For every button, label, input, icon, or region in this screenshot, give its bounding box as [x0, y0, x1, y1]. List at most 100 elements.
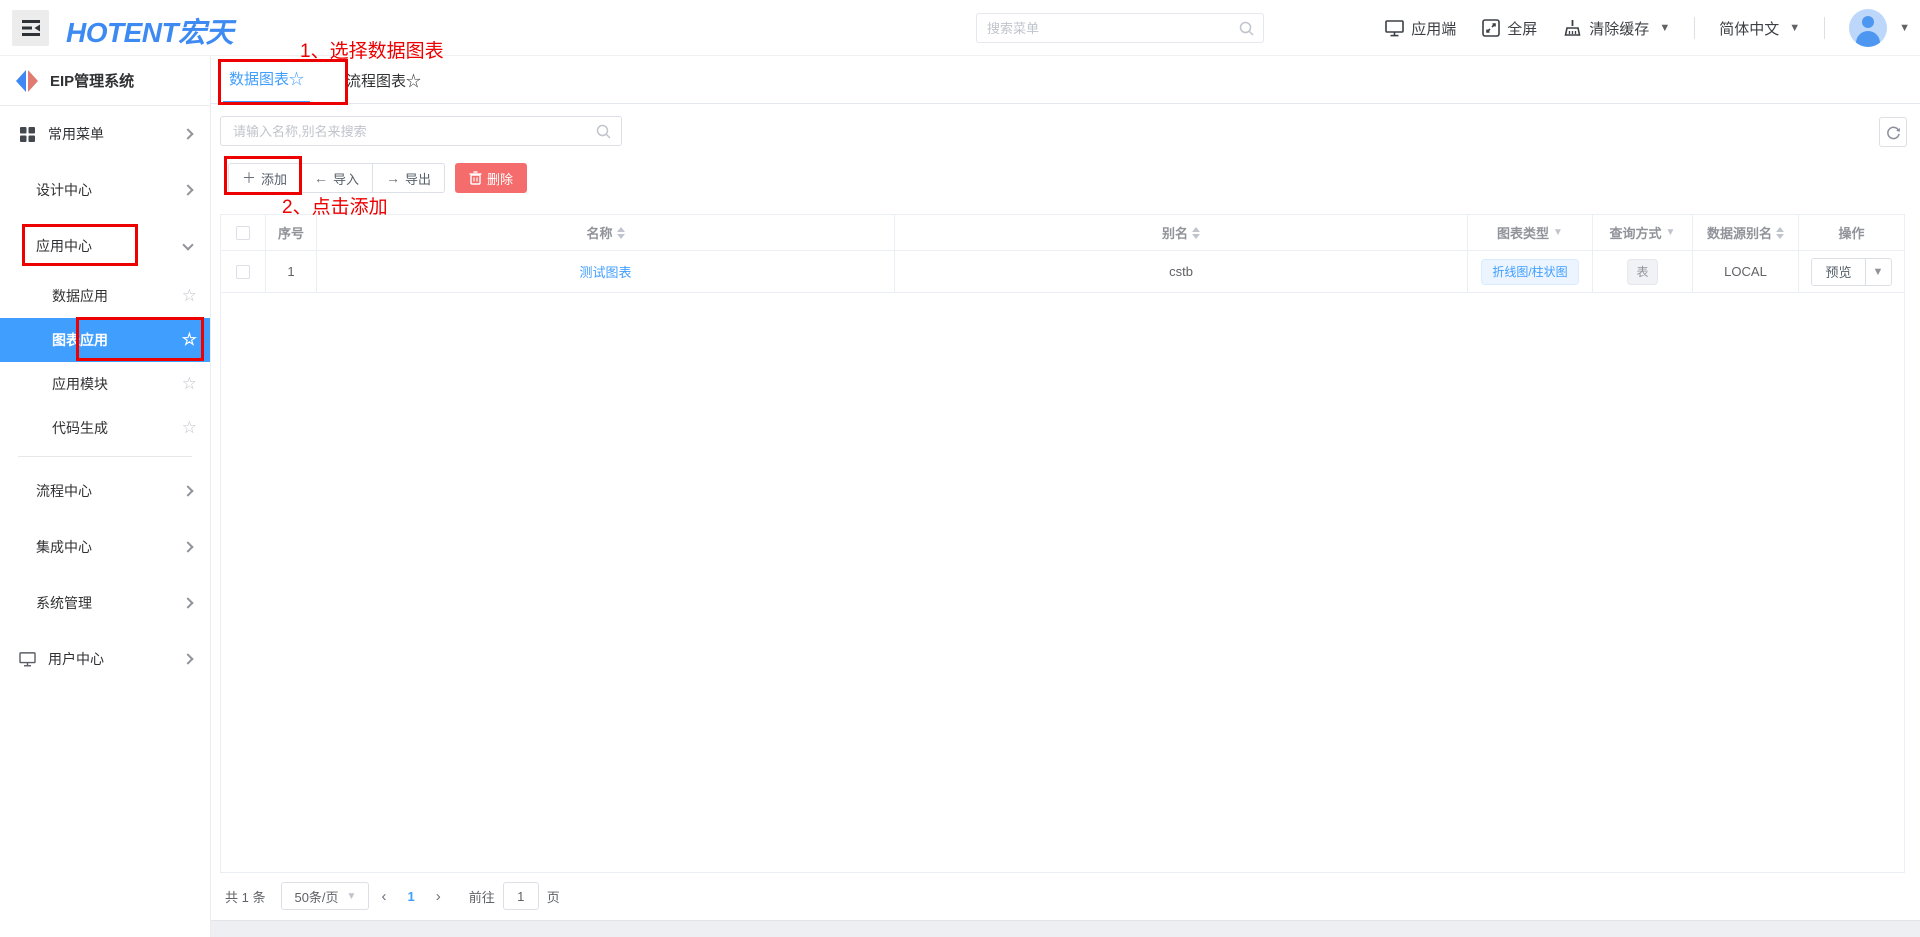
chevron-right-icon [182, 541, 194, 553]
sidebar-item-label: 代码生成 [52, 420, 108, 436]
sidebar-item-label: 常用菜单 [48, 126, 104, 142]
column-header-seq: 序号 [266, 215, 317, 251]
fullscreen-button[interactable]: 全屏 [1482, 18, 1537, 39]
monitor-icon [18, 651, 36, 667]
sidebar-collapse-button[interactable] [12, 10, 49, 46]
sidebar-item-label: 数据应用 [52, 288, 108, 304]
row-actions-cell: 预览 ▼ [1799, 251, 1904, 293]
content: 数据图表☆ 流程图表☆ ＋ 添加 ← 导入 [211, 56, 1920, 937]
preview-dropdown-caret-icon[interactable]: ▼ [1864, 258, 1891, 285]
row-query-mode-cell: 表 [1593, 251, 1693, 293]
sidebar-item-app-module[interactable]: 应用模块 ☆ [0, 362, 210, 406]
filter-caret-icon[interactable]: ▼ [1666, 227, 1676, 238]
avatar[interactable] [1849, 9, 1888, 47]
chevron-down-icon: ▼ [1659, 22, 1671, 34]
user-menu-caret-icon[interactable]: ▼ [1899, 22, 1910, 34]
sidebar-item-label: 设计中心 [36, 182, 92, 198]
plus-icon: ＋ [242, 170, 256, 186]
list-search-input[interactable] [221, 123, 596, 139]
sidebar-item-label: 流程中心 [36, 483, 92, 499]
arrow-left-icon: ← [314, 170, 329, 186]
chart-name-link[interactable]: 测试图表 [579, 262, 631, 281]
delete-button[interactable]: 删除 [455, 163, 528, 193]
row-seq-cell: 1 [266, 251, 317, 293]
pagination: 共 1 条 50条/页 ▼ ‹ 1 › 前往 页 [225, 882, 560, 910]
sidebar-item-chart-app[interactable]: 图表应用 ☆ [0, 318, 210, 362]
sidebar-item-common-menu[interactable]: 常用菜单 [0, 106, 210, 162]
broom-icon [1564, 20, 1581, 36]
search-icon [1239, 21, 1254, 36]
column-header-query-mode[interactable]: 查询方式 ▼ [1593, 215, 1693, 251]
import-button[interactable]: ← 导入 [301, 163, 374, 193]
add-button[interactable]: ＋ 添加 [228, 163, 302, 193]
star-icon[interactable]: ☆ [182, 374, 197, 394]
chevron-right-icon [182, 653, 194, 665]
chevron-down-icon: ▼ [346, 890, 357, 902]
table-header-row: 序号 名称 别名 图表类型 ▼ 查询方式 ▼ 数据源别名 操作 [221, 215, 1904, 251]
eip-logo-icon [16, 69, 38, 92]
select-all-cell [221, 215, 266, 251]
select-all-checkbox[interactable] [236, 225, 250, 240]
list-search [220, 116, 622, 146]
row-checkbox[interactable] [236, 264, 250, 279]
sidebar-item-user-center[interactable]: 用户中心 [0, 631, 210, 687]
table-row: 1 测试图表 cstb 折线图/柱状图 表 LOCAL 预览 ▼ [221, 251, 1904, 293]
app-client-button[interactable]: 应用端 [1385, 18, 1456, 39]
star-icon[interactable]: ☆ [182, 286, 197, 306]
filter-caret-icon[interactable]: ▼ [1553, 227, 1563, 238]
trash-icon [469, 171, 482, 185]
sidebar-brand: EIP管理系统 [0, 56, 210, 106]
row-chart-type-cell: 折线图/柱状图 [1468, 251, 1593, 293]
chevron-right-icon [182, 128, 194, 140]
menu-search-input[interactable] [977, 20, 1239, 36]
sidebar-item-code-gen[interactable]: 代码生成 ☆ [0, 406, 210, 450]
pagination-total: 共 1 条 [225, 889, 266, 905]
column-header-name[interactable]: 名称 [317, 215, 895, 251]
sidebar-item-system-admin[interactable]: 系统管理 [0, 575, 210, 631]
chart-type-tag: 折线图/柱状图 [1481, 258, 1579, 285]
header-actions: 应用端 全屏 清除缓存 ▼ 简体中文 ▼ ▼ [1359, 0, 1910, 56]
column-header-chart-type[interactable]: 图表类型 ▼ [1468, 215, 1593, 251]
column-header-alias[interactable]: 别名 [895, 215, 1468, 251]
brand-logo: HOTENT宏天 [66, 17, 234, 48]
sidebar-item-process-center[interactable]: 流程中心 [0, 463, 210, 519]
next-page-button[interactable]: › [424, 888, 453, 905]
sidebar-item-app-center[interactable]: 应用中心 [0, 218, 210, 274]
row-select-cell [221, 251, 266, 293]
tab-data-chart[interactable]: 数据图表☆ [223, 56, 311, 104]
page-size-select[interactable]: 50条/页 ▼ [281, 882, 370, 910]
sidebar-divider [18, 456, 192, 457]
goto-label: 前往 [468, 889, 495, 905]
star-icon[interactable]: ☆ [182, 330, 197, 350]
goto-page-input[interactable] [502, 882, 539, 910]
sidebar-item-integration-center[interactable]: 集成中心 [0, 519, 210, 575]
sidebar-item-label: 系统管理 [36, 595, 92, 611]
sidebar: EIP管理系统 常用菜单 设计中心 应用中心 数据应用 ☆ 图表应用 ☆ 应用模… [0, 56, 211, 937]
sort-icon[interactable] [616, 226, 625, 239]
divider [1694, 17, 1696, 39]
sort-icon[interactable] [1192, 226, 1200, 239]
prev-page-button[interactable]: ‹ [369, 888, 398, 905]
language-selector[interactable]: 简体中文 ▼ [1719, 18, 1800, 39]
page-number[interactable]: 1 [398, 889, 423, 904]
sort-icon[interactable] [1776, 226, 1784, 239]
chevron-down-icon [182, 238, 194, 251]
column-header-datasource[interactable]: 数据源别名 [1693, 215, 1799, 251]
star-icon[interactable]: ☆ [182, 418, 197, 438]
arrow-right-icon: → [386, 170, 401, 186]
refresh-button[interactable] [1879, 117, 1907, 147]
search-icon [596, 124, 611, 139]
page: HOTENT宏天 应用端 全屏 清除缓存 ▼ 简体中文 [0, 0, 1920, 937]
preview-button[interactable]: 预览 [1812, 259, 1864, 285]
grid-icon [18, 126, 36, 142]
tab-process-chart[interactable]: 流程图表☆ [340, 56, 427, 104]
chevron-down-icon: ▼ [1789, 22, 1801, 34]
row-name-cell: 测试图表 [317, 251, 895, 293]
export-button[interactable]: → 导出 [373, 163, 446, 193]
sidebar-item-data-app[interactable]: 数据应用 ☆ [0, 274, 210, 318]
app-header: HOTENT宏天 应用端 全屏 清除缓存 ▼ 简体中文 [0, 0, 1920, 56]
preview-split-button[interactable]: 预览 ▼ [1811, 257, 1892, 286]
clear-cache-button[interactable]: 清除缓存 ▼ [1563, 18, 1670, 39]
fullscreen-icon [1482, 19, 1501, 37]
sidebar-item-design-center[interactable]: 设计中心 [0, 162, 210, 218]
